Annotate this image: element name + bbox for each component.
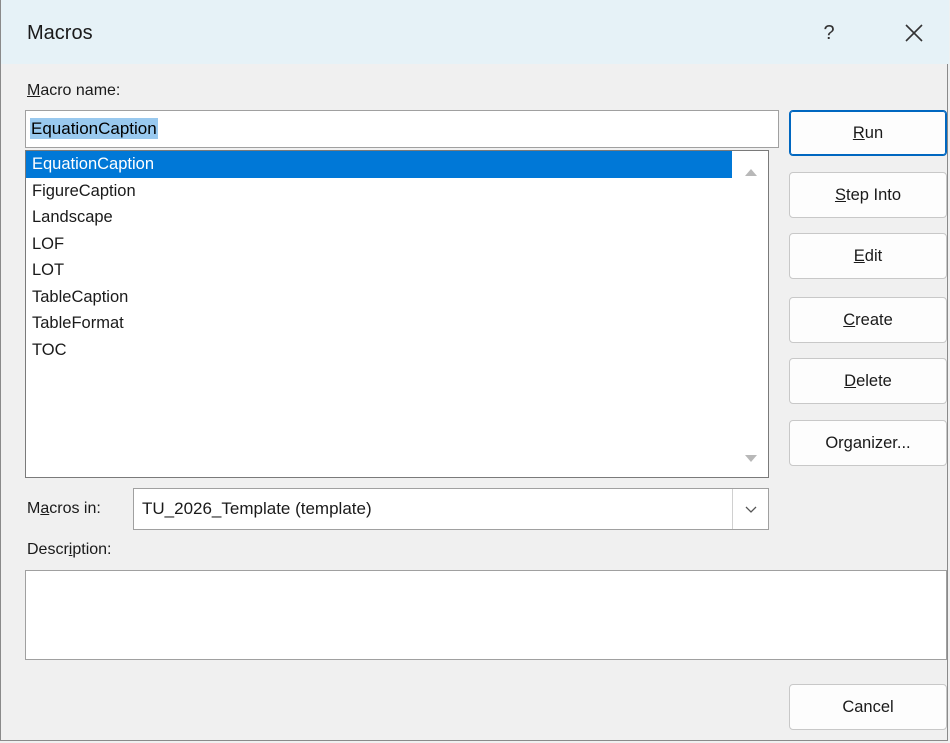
list-item[interactable]: TableFormat	[26, 310, 732, 337]
create-button-mnemonic: C	[843, 310, 856, 329]
list-item[interactable]: FigureCaption	[26, 178, 732, 205]
cancel-button[interactable]: Cancel	[789, 684, 947, 730]
description-box	[25, 570, 947, 660]
macros-in-select[interactable]: TU_2026_Template (template)	[133, 488, 769, 530]
macro-name-value: EquationCaption	[30, 118, 158, 139]
edit-button[interactable]: Edit	[789, 233, 947, 279]
macro-list[interactable]: EquationCaption FigureCaption Landscape LOF…	[25, 150, 769, 478]
list-item[interactable]: EquationCaption	[26, 151, 732, 178]
create-button[interactable]: Create	[789, 297, 947, 343]
run-button-mnemonic: R	[852, 123, 865, 142]
edit-button-mnemonic: E	[853, 246, 865, 265]
delete-button-post: elete	[856, 371, 892, 390]
macro-name-label-text: acro name:	[40, 82, 121, 99]
list-item[interactable]: LOT	[26, 257, 732, 284]
macro-name-input[interactable]: EquationCaption	[25, 110, 779, 148]
list-scrollbar[interactable]	[732, 151, 768, 477]
close-icon	[905, 24, 923, 42]
macro-name-label: Macro name:	[27, 82, 120, 100]
description-label: Description:	[27, 541, 111, 559]
list-item[interactable]: TableCaption	[26, 284, 732, 311]
title-bar: Macros ?	[1, 0, 949, 64]
dialog-title: Macros	[27, 22, 93, 44]
organizer-button-mnemonic: g	[843, 433, 853, 452]
macros-in-label-mnemonic: a	[40, 500, 50, 517]
step-into-button[interactable]: Step Into	[789, 172, 947, 218]
chevron-down-icon	[745, 506, 756, 513]
list-item[interactable]: Landscape	[26, 204, 732, 231]
scroll-up-arrow-icon[interactable]	[745, 169, 757, 176]
step-into-button-mnemonic: S	[834, 185, 846, 204]
list-item[interactable]: TOC	[26, 337, 732, 364]
run-button-post: un	[864, 123, 884, 142]
organizer-button-pre: Or	[825, 433, 844, 452]
create-button-post: reate	[855, 310, 893, 329]
scroll-down-arrow-icon[interactable]	[745, 455, 757, 462]
macros-in-label-pre: M	[27, 500, 41, 517]
delete-button-mnemonic: D	[844, 371, 857, 390]
macro-list-items: EquationCaption FigureCaption Landscape LOF…	[26, 151, 768, 363]
close-button[interactable]	[889, 14, 939, 52]
edit-button-post: dit	[864, 246, 883, 265]
description-label-pre: Descr	[27, 541, 69, 558]
macro-name-label-mnemonic: M	[27, 82, 41, 99]
macros-in-label-post: cros in:	[49, 500, 101, 517]
macros-in-dropdown-button[interactable]	[732, 489, 768, 529]
run-button[interactable]: Run	[789, 110, 947, 156]
description-label-post: ption:	[72, 541, 112, 558]
organizer-button[interactable]: Or g anizer...	[789, 420, 947, 466]
macros-dialog: Macros ? Macro name: EquationCaption Equ…	[0, 0, 949, 741]
macros-in-label: Macros in:	[27, 500, 101, 518]
help-button[interactable]: ?	[809, 14, 849, 52]
organizer-button-post: anizer...	[852, 433, 911, 452]
step-into-button-post: tep Into	[845, 185, 902, 204]
delete-button[interactable]: Delete	[789, 358, 947, 404]
macros-in-value: TU_2026_Template (template)	[142, 499, 372, 518]
list-item[interactable]: LOF	[26, 231, 732, 258]
